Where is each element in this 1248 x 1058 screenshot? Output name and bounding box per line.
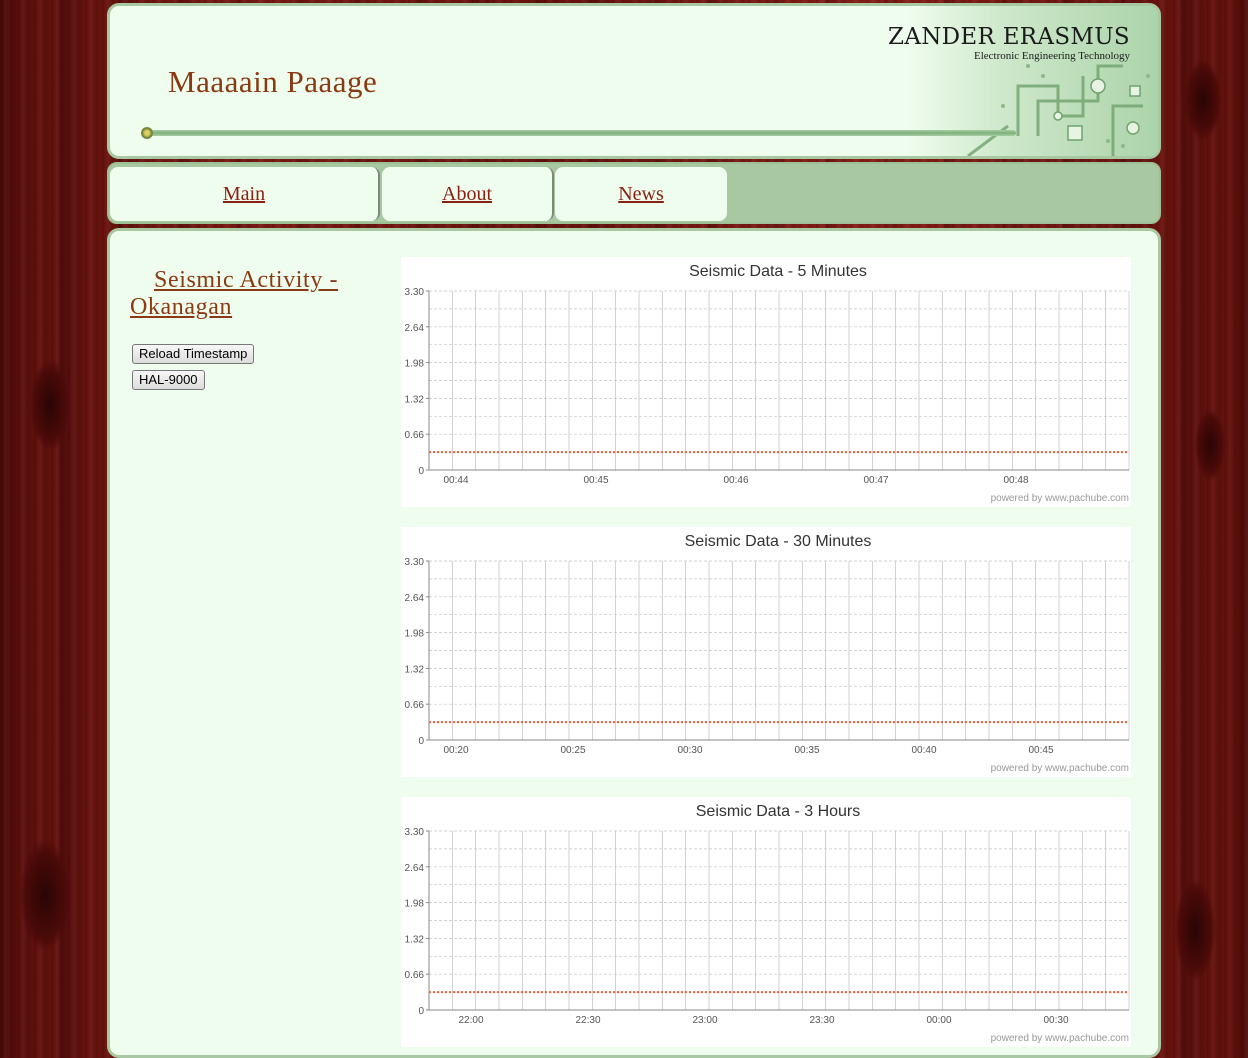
content-panel: Seismic Activity - Okanagan Reload Times… [107, 228, 1161, 1058]
x-tick-label: 00:30 [1043, 1015, 1068, 1026]
reload-timestamp-button[interactable]: Reload Timestamp [132, 344, 255, 364]
chart-svg: Seismic Data - 30 Minutes 3.30 2.64 1.98 1.3… [405, 533, 1130, 774]
x-tick-label: 00:40 [911, 745, 936, 756]
x-tick-label: 22:00 [458, 1015, 483, 1026]
y-tick-label: 0 [418, 1006, 424, 1017]
nav-link-news[interactable]: News [618, 183, 664, 206]
trace-dot-icon [141, 127, 153, 139]
x-tick-label: 00:45 [583, 475, 608, 486]
section-title: Seismic Activity - Okanagan [130, 267, 339, 320]
x-tick-label: 00:46 [723, 475, 748, 486]
x-tick-label: 00:48 [1003, 475, 1028, 486]
header-trace-line [146, 130, 1016, 136]
y-tick-label: 3.30 [405, 287, 425, 298]
tab-main[interactable]: Main [110, 167, 380, 221]
main-nav: Main About News [107, 162, 1161, 224]
nav-link-about[interactable]: About [442, 183, 492, 206]
chart-title: Seismic Data - 3 Hours [696, 803, 861, 820]
y-tick-label: 1.98 [405, 629, 425, 640]
site-header: Maaaain Paaage ZANDER ERASMUS Electronic… [107, 3, 1161, 159]
y-tick-label: 1.32 [405, 394, 425, 405]
chart-5-minutes: Seismic Data - 5 Minutes 3.30 2.64 1.98 1.32… [401, 257, 1131, 507]
site-title: Maaaain Paaage [168, 64, 378, 99]
wood-knot [1195, 410, 1225, 480]
x-tick-label: 22:30 [575, 1015, 600, 1026]
chart-credit: powered by www.pachube.com [991, 763, 1129, 774]
y-tick-label: 2.64 [405, 593, 425, 604]
wood-knot [1175, 880, 1215, 980]
chart-svg: Seismic Data - 5 Minutes 3.30 2.64 1.98 1.32… [405, 263, 1130, 504]
x-tick-label: 00:25 [560, 745, 585, 756]
y-tick-label: 1.98 [405, 359, 425, 370]
y-tick-label: 1.32 [405, 934, 425, 945]
tab-about[interactable]: About [382, 167, 554, 221]
chart-30-minutes: Seismic Data - 30 Minutes 3.30 2.64 1.98 1.3… [401, 527, 1131, 777]
chart-svg: Seismic Data - 3 Hours 3.30 2.64 1.98 1.32 0.… [405, 803, 1130, 1044]
y-tick-label: 2.64 [405, 863, 425, 874]
y-tick-label: 0.66 [405, 430, 425, 441]
x-tick-label: 00:35 [794, 745, 819, 756]
brand-name: ZANDER ERASMUS [888, 24, 1130, 50]
y-tick-label: 2.64 [405, 323, 425, 334]
y-tick-label: 0 [418, 466, 424, 477]
y-tick-label: 1.32 [405, 664, 425, 675]
hal-9000-button[interactable]: HAL-9000 [132, 370, 205, 390]
x-tick-label: 00:20 [443, 745, 468, 756]
y-tick-label: 3.30 [405, 827, 425, 838]
x-tick-label: 00:30 [677, 745, 702, 756]
x-tick-label: 00:45 [1028, 745, 1053, 756]
wood-knot [30, 360, 70, 450]
chart-credit: powered by www.pachube.com [991, 493, 1129, 504]
y-tick-label: 0.66 [405, 970, 425, 981]
x-tick-label: 00:00 [926, 1015, 951, 1026]
y-tick-label: 1.98 [405, 899, 425, 910]
y-tick-label: 0 [418, 736, 424, 747]
wood-knot [20, 840, 70, 950]
chart-title: Seismic Data - 5 Minutes [689, 263, 867, 280]
wood-knot [1185, 60, 1221, 140]
x-tick-label: 23:30 [809, 1015, 834, 1026]
y-tick-label: 0.66 [405, 700, 425, 711]
y-tick-label: 3.30 [405, 557, 425, 568]
x-tick-label: 23:00 [692, 1015, 717, 1026]
x-tick-label: 00:44 [443, 475, 468, 486]
chart-title: Seismic Data - 30 Minutes [685, 533, 872, 550]
x-tick-label: 00:47 [863, 475, 888, 486]
nav-link-main[interactable]: Main [223, 183, 265, 206]
tab-news[interactable]: News [555, 167, 727, 221]
chart-credit: powered by www.pachube.com [991, 1033, 1129, 1044]
chart-3-hours: Seismic Data - 3 Hours 3.30 2.64 1.98 1.32 0.… [401, 797, 1131, 1047]
brand-subtitle: Electronic Engineering Technology [973, 50, 1130, 62]
